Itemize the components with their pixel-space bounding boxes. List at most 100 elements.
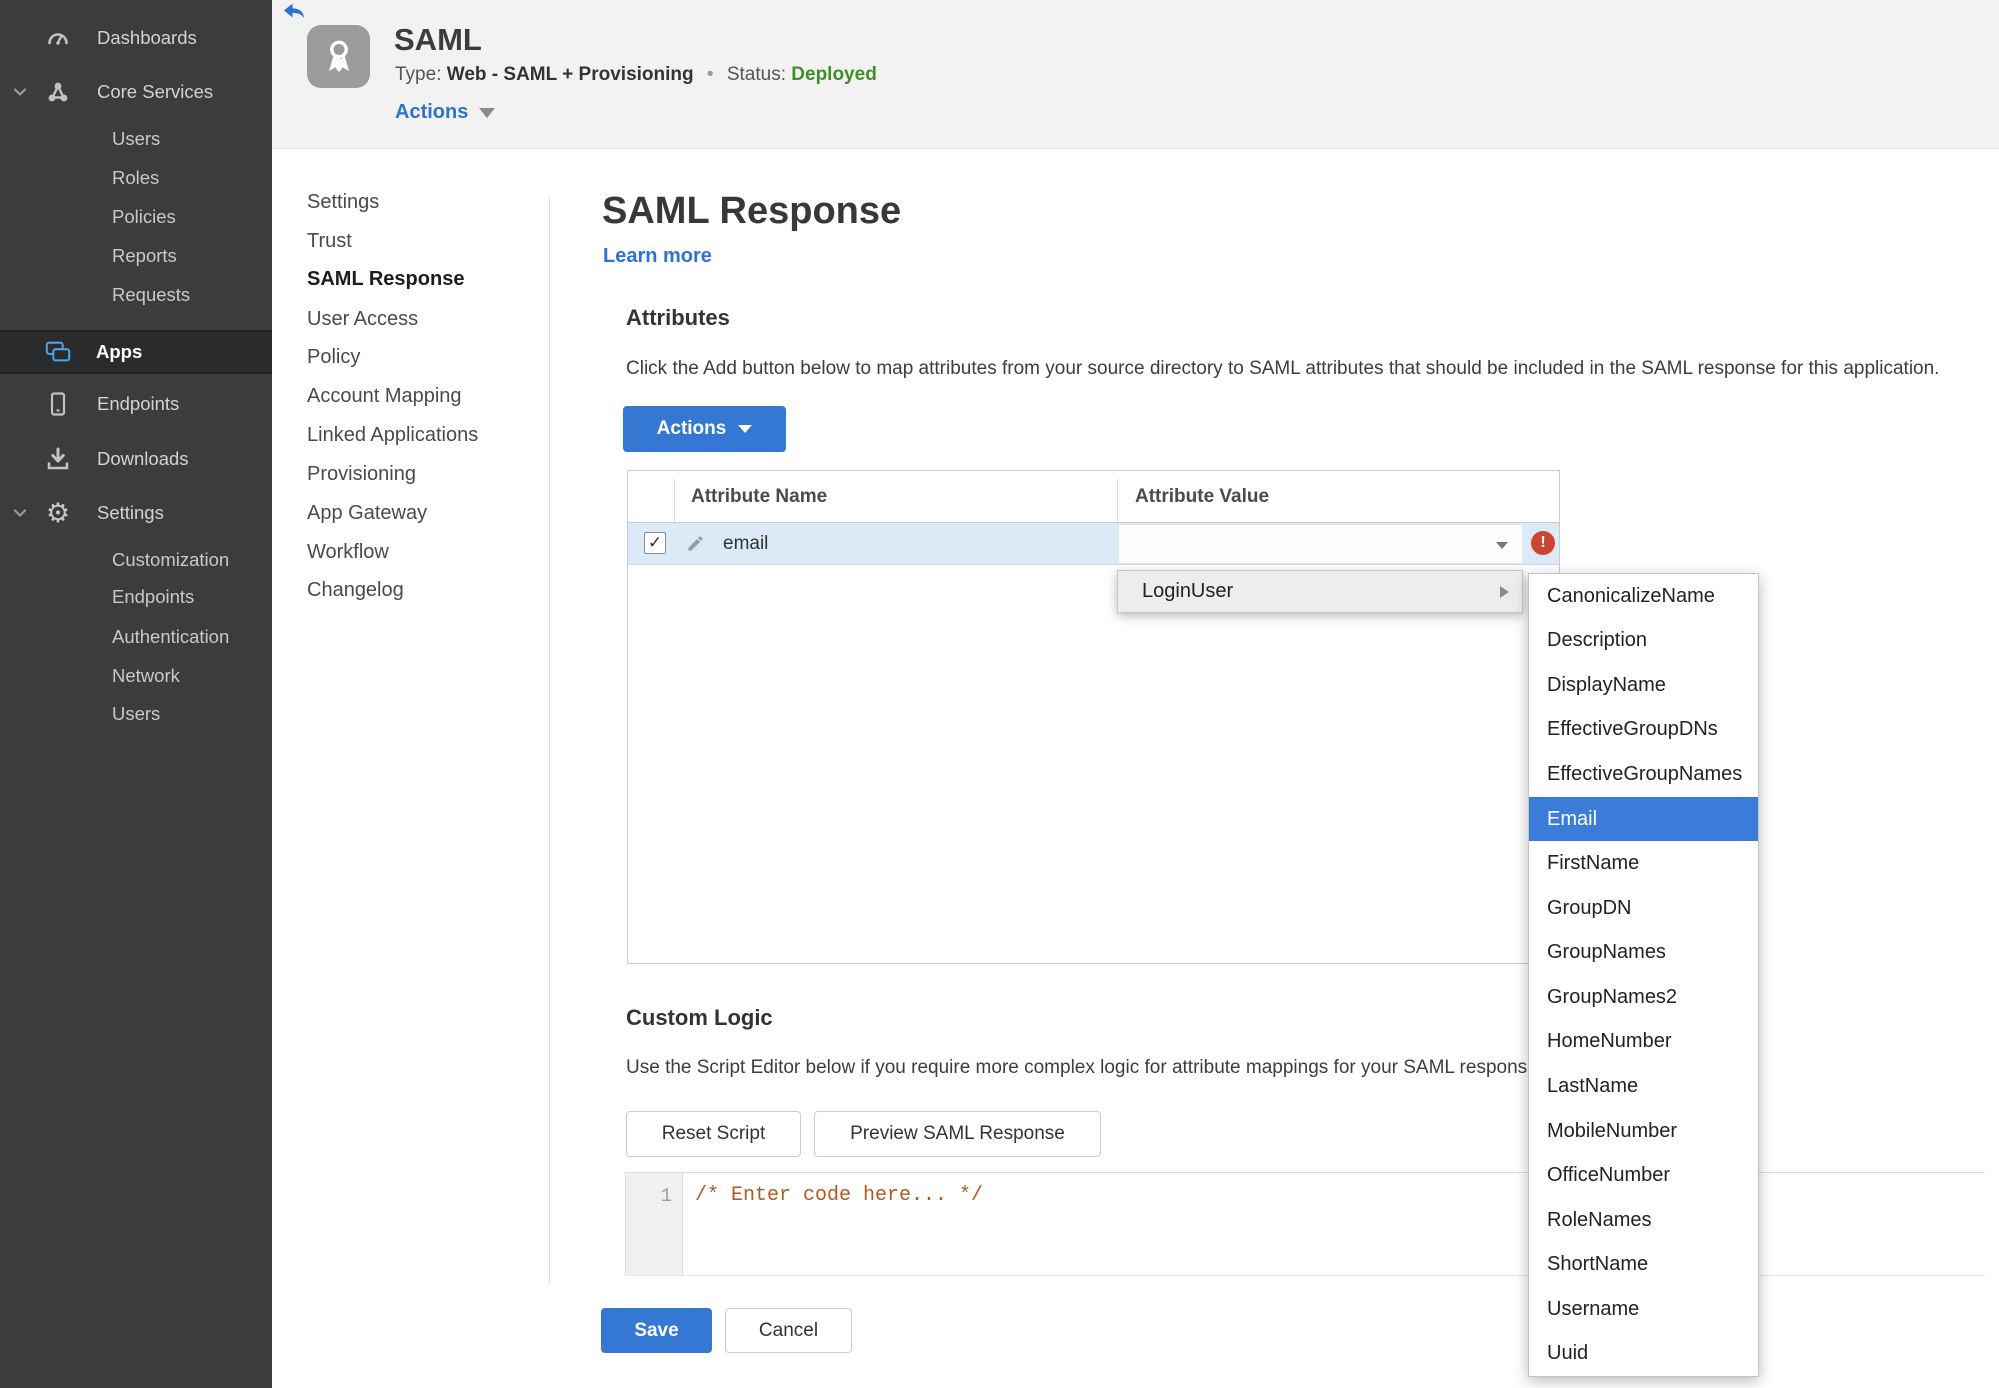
award-icon bbox=[318, 35, 360, 79]
save-button[interactable]: Save bbox=[601, 1308, 712, 1353]
checkmark-icon: ✓ bbox=[647, 533, 663, 552]
column-divider bbox=[674, 479, 675, 522]
tab-changelog[interactable]: Changelog bbox=[307, 579, 532, 607]
tab-user-access[interactable]: User Access bbox=[307, 308, 532, 336]
sidebar-item-dashboards[interactable]: Dashboards bbox=[0, 22, 272, 54]
sidebar-item-users[interactable]: Users bbox=[0, 123, 272, 155]
menu-item[interactable]: GroupNames2 bbox=[1529, 975, 1758, 1020]
menu-item[interactable]: Username bbox=[1529, 1287, 1758, 1332]
gear-icon: ⚙ bbox=[45, 497, 71, 529]
type-value: Web - SAML + Provisioning bbox=[446, 64, 694, 85]
back-arrow-icon[interactable] bbox=[283, 3, 305, 20]
sidebar-item-customization[interactable]: Customization bbox=[0, 544, 272, 576]
script-editor[interactable]: 1 /* Enter code here... */ bbox=[625, 1172, 1985, 1276]
sidebar: Dashboards Core Services Users Roles Pol… bbox=[0, 0, 272, 1388]
editor-gutter: 1 bbox=[626, 1173, 683, 1275]
actions-button-label: Actions bbox=[656, 418, 727, 439]
sidebar-item-settings-endpoints[interactable]: Endpoints bbox=[0, 581, 272, 613]
custom-logic-description: Use the Script Editor below if you requi… bbox=[626, 1057, 1543, 1078]
section-title: SAML Response bbox=[602, 190, 902, 232]
edit-pencil-icon[interactable] bbox=[686, 534, 705, 553]
sidebar-item-network[interactable]: Network bbox=[0, 660, 272, 692]
sidebar-item-label: Endpoints bbox=[97, 393, 180, 414]
menu-item[interactable]: Uuid bbox=[1529, 1332, 1758, 1377]
table-header-row: Attribute Name Attribute Value bbox=[628, 471, 1559, 523]
column-header-attribute-value: Attribute Value bbox=[1135, 486, 1270, 507]
app-header: SAML Type: Web - SAML + Provisioning • S… bbox=[272, 0, 1999, 149]
sidebar-item-label: Downloads bbox=[97, 448, 189, 469]
preview-saml-response-button[interactable]: Preview SAML Response bbox=[814, 1111, 1101, 1157]
menu-item[interactable]: MobileNumber bbox=[1529, 1109, 1758, 1154]
table-row[interactable]: ✓ email ! bbox=[628, 523, 1559, 565]
separator-dot: • bbox=[706, 64, 714, 85]
sidebar-item-settings[interactable]: ⚙ Settings bbox=[0, 497, 272, 529]
menu-item[interactable]: DisplayName bbox=[1529, 663, 1758, 708]
learn-more-link[interactable]: Learn more bbox=[603, 245, 712, 268]
sidebar-item-settings-users[interactable]: Users bbox=[0, 698, 272, 730]
submenu-arrow-icon bbox=[1500, 586, 1509, 598]
custom-logic-heading: Custom Logic bbox=[626, 1005, 773, 1030]
menu-item[interactable]: EffectiveGroupNames bbox=[1529, 752, 1758, 797]
network-icon bbox=[44, 78, 72, 106]
sidebar-item-reports[interactable]: Reports bbox=[0, 240, 272, 272]
sidebar-item-label: Apps bbox=[96, 341, 143, 362]
menu-item[interactable]: ShortName bbox=[1529, 1242, 1758, 1287]
chevron-down-icon[interactable] bbox=[9, 81, 31, 103]
row-checkbox[interactable]: ✓ bbox=[644, 532, 666, 554]
menu-item[interactable]: EffectiveGroupDNs bbox=[1529, 708, 1758, 753]
tab-linked-applications[interactable]: Linked Applications bbox=[307, 424, 532, 452]
app-logo bbox=[307, 25, 370, 88]
tab-saml-response[interactable]: SAML Response bbox=[307, 268, 532, 296]
page-title: SAML bbox=[394, 22, 482, 57]
tab-trust[interactable]: Trust bbox=[307, 230, 532, 258]
tab-app-gateway[interactable]: App Gateway bbox=[307, 502, 532, 530]
menu-item[interactable]: HomeNumber bbox=[1529, 1020, 1758, 1065]
download-icon bbox=[44, 445, 72, 473]
editor-code[interactable]: /* Enter code here... */ bbox=[695, 1184, 983, 1207]
attributes-table: Attribute Name Attribute Value ✓ email ! bbox=[627, 470, 1560, 964]
menu-item[interactable]: GroupNames bbox=[1529, 931, 1758, 976]
chevron-down-icon[interactable] bbox=[9, 502, 31, 524]
menu-item[interactable]: LastName bbox=[1529, 1064, 1758, 1109]
sidebar-item-label: Core Services bbox=[97, 81, 214, 102]
tab-provisioning[interactable]: Provisioning bbox=[307, 463, 532, 491]
sidebar-item-authentication[interactable]: Authentication bbox=[0, 621, 272, 653]
tab-account-mapping[interactable]: Account Mapping bbox=[307, 385, 532, 413]
cancel-button[interactable]: Cancel bbox=[725, 1308, 852, 1353]
sidebar-item-policies[interactable]: Policies bbox=[0, 201, 272, 233]
sidebar-item-downloads[interactable]: Downloads bbox=[0, 443, 272, 475]
tab-settings[interactable]: Settings bbox=[307, 191, 532, 219]
attribute-submenu: CanonicalizeName Description DisplayName… bbox=[1528, 573, 1759, 1377]
nav-divider bbox=[549, 198, 550, 1283]
sidebar-item-core-services[interactable]: Core Services bbox=[0, 76, 272, 108]
menu-item[interactable]: CanonicalizeName bbox=[1529, 574, 1758, 619]
app-window: Dashboards Core Services Users Roles Pol… bbox=[0, 0, 1999, 1388]
attributes-actions-button[interactable]: Actions bbox=[623, 406, 786, 452]
app-meta: Type: Web - SAML + Provisioning • Status… bbox=[395, 64, 877, 86]
menu-item[interactable]: OfficeNumber bbox=[1529, 1153, 1758, 1198]
sidebar-item-roles[interactable]: Roles bbox=[0, 162, 272, 194]
menu-item-selected[interactable]: Email bbox=[1529, 796, 1758, 842]
tab-workflow[interactable]: Workflow bbox=[307, 541, 532, 569]
attribute-value-dropdown[interactable] bbox=[1118, 524, 1523, 564]
menu-item[interactable]: GroupDN bbox=[1529, 886, 1758, 931]
dropdown-menu-loginuser[interactable]: LoginUser bbox=[1117, 570, 1523, 613]
menu-item[interactable]: RoleNames bbox=[1529, 1198, 1758, 1243]
actions-label: Actions bbox=[395, 101, 469, 123]
tab-policy[interactable]: Policy bbox=[307, 346, 532, 374]
menu-item[interactable]: Description bbox=[1529, 619, 1758, 664]
sidebar-item-label: Settings bbox=[97, 502, 164, 523]
line-number: 1 bbox=[660, 1185, 672, 1207]
attribute-name-cell: email bbox=[723, 533, 769, 554]
status-label: Status: bbox=[726, 64, 786, 85]
apps-icon bbox=[44, 338, 72, 366]
sidebar-item-requests[interactable]: Requests bbox=[0, 279, 272, 311]
sidebar-item-endpoints[interactable]: Endpoints bbox=[0, 388, 272, 420]
reset-script-button[interactable]: Reset Script bbox=[626, 1111, 801, 1157]
chevron-down-icon bbox=[1496, 542, 1508, 549]
chevron-down-icon bbox=[479, 107, 496, 118]
sidebar-item-apps[interactable]: Apps bbox=[0, 330, 272, 374]
header-actions-menu[interactable]: Actions bbox=[395, 101, 496, 124]
menu-item[interactable]: FirstName bbox=[1529, 841, 1758, 886]
column-header-attribute-name: Attribute Name bbox=[691, 486, 828, 507]
